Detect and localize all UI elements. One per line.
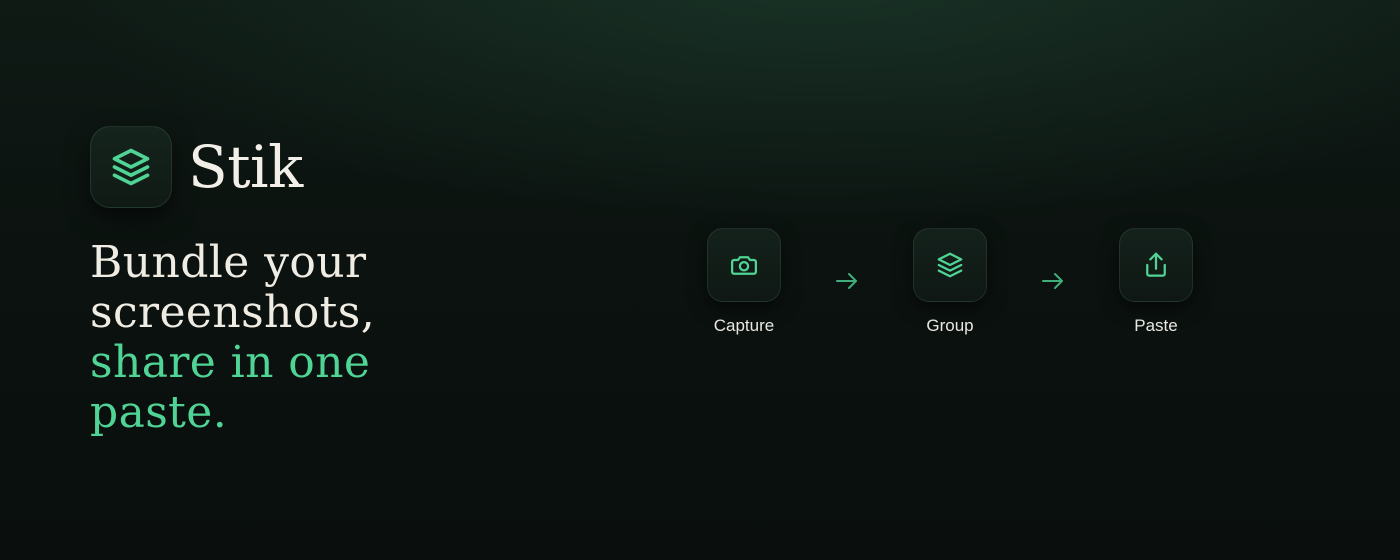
brand-header: Stik xyxy=(90,126,303,208)
step-group: Group xyxy=(913,228,987,336)
tagline-line-1: Bundle your xyxy=(90,237,367,288)
tagline-line-2: screenshots, xyxy=(90,287,376,338)
layers-icon xyxy=(112,148,150,186)
step-paste: Paste xyxy=(1119,228,1193,336)
app-logo xyxy=(90,126,172,208)
workflow-steps: Capture Group Paste xyxy=(707,228,1193,336)
tagline-line-3: share in one xyxy=(90,337,371,388)
share-upload-icon xyxy=(1146,252,1166,277)
step-paste-label: Paste xyxy=(1134,316,1178,335)
step-paste-tile xyxy=(1119,228,1193,302)
arrow-right-icon xyxy=(987,228,1119,302)
tagline-line-4: paste. xyxy=(90,387,228,438)
step-capture: Capture xyxy=(707,228,781,336)
camera-icon xyxy=(731,256,757,275)
tagline: Bundle your screenshots, share in one pa… xyxy=(90,238,430,438)
layers-icon xyxy=(937,252,963,278)
app-name: Stik xyxy=(188,133,303,201)
arrow-right-icon xyxy=(781,228,913,302)
step-group-tile xyxy=(913,228,987,302)
step-group-label: Group xyxy=(926,316,974,335)
step-capture-label: Capture xyxy=(713,316,775,335)
step-capture-tile xyxy=(707,228,781,302)
